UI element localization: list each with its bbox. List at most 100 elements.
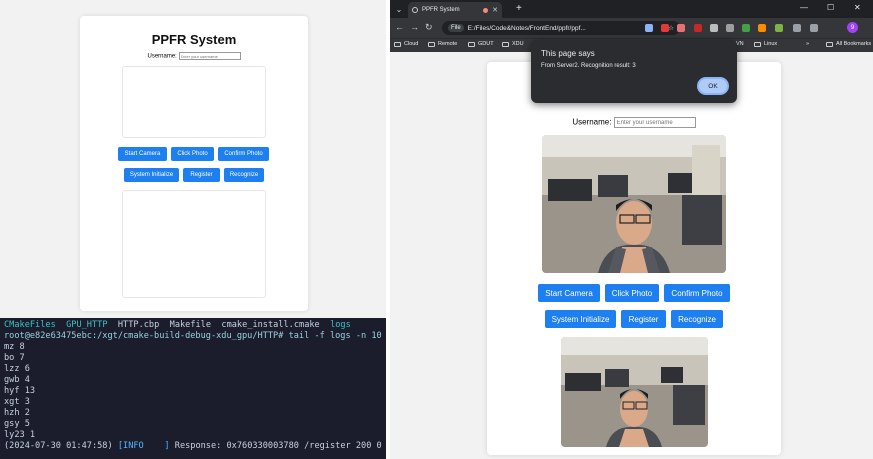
left-username-input[interactable]	[178, 52, 241, 60]
globe-icon	[412, 7, 418, 13]
bookmarks-overflow-icon[interactable]: »	[806, 41, 809, 47]
ls-item: CMakeFiles	[4, 320, 56, 330]
left-camera-preview	[122, 66, 266, 138]
terminal-line: mz 8	[4, 342, 25, 352]
log-timestamp: (2024-07-30 01:47:58)	[4, 441, 113, 451]
bookmark-xdu[interactable]: XDU	[502, 41, 524, 47]
new-tab-icon[interactable]: +	[516, 3, 522, 14]
confirm-photo-button[interactable]: Confirm Photo	[664, 284, 730, 302]
terminal-line: ly23 1	[4, 430, 36, 440]
folder-icon	[754, 41, 761, 47]
all-bookmarks[interactable]: All Bookmarks	[826, 41, 871, 47]
extension-icon[interactable]	[775, 24, 783, 32]
file-chip[interactable]: File	[448, 24, 464, 32]
extensions-icon[interactable]	[810, 24, 818, 32]
dialog-message: From Server2. Recognition result: 3	[541, 63, 636, 69]
ls-item: cmake_install.cmake	[221, 320, 320, 330]
browser-toolbar: ← → ↻ File E:/Files/Code&Notes/FrontEnd/…	[390, 18, 873, 38]
left-app-title: PPFR System	[151, 32, 237, 47]
bookmark-remote[interactable]: Remote	[428, 41, 457, 47]
terminal-line: bo 7	[4, 353, 25, 363]
left-register-button[interactable]: Register	[183, 168, 220, 182]
captured-photo	[561, 337, 708, 447]
alert-dialog: This page says From Server2. Recognition…	[531, 40, 737, 103]
extension-icon[interactable]	[726, 24, 734, 32]
terminal[interactable]: CMakeFiles GPU_HTTP HTTP.cbp Makefile cm…	[0, 318, 386, 459]
folder-icon	[826, 41, 833, 47]
terminal-prompt: root@e82e63475ebc:/xgt/cmake-build-debug…	[4, 331, 382, 341]
dialog-title: This page says	[541, 49, 595, 58]
profile-avatar[interactable]: 9	[847, 22, 858, 33]
ls-item: GPU_HTTP	[66, 320, 108, 330]
log-message: Response: 0x760330003780 /register 200 0	[169, 441, 382, 451]
back-icon[interactable]: ←	[395, 22, 404, 32]
folder-icon	[502, 41, 509, 47]
tab-search-icon[interactable]: ⌄	[394, 4, 404, 14]
browser-window: ⌄ PPFR System ✕ + — ☐ ✕ ← → ↻ File E:/Fi…	[390, 0, 873, 459]
bookmark-label: Linux	[764, 41, 778, 47]
folder-icon	[428, 41, 435, 47]
extension-icon[interactable]	[677, 24, 685, 32]
ls-item: logs	[330, 320, 351, 330]
extension-icon[interactable]	[758, 24, 766, 32]
bookmark-label: GDUT	[478, 41, 494, 47]
bookmark-gdut[interactable]: GDUT	[468, 41, 494, 47]
recognize-button[interactable]: Recognize	[671, 310, 723, 328]
log-level: [INFO ]	[117, 441, 170, 451]
extension-icon[interactable]	[710, 24, 718, 32]
left-app-panel: PPFR System Username: Start Camera Click…	[0, 0, 386, 318]
start-camera-button[interactable]: Start Camera	[538, 284, 600, 302]
terminal-line: hyf 13	[4, 386, 36, 396]
tab-title: PPFR System	[422, 7, 460, 13]
left-username-label: Username:	[147, 53, 177, 60]
forward-icon[interactable]: →	[410, 22, 419, 32]
reload-icon[interactable]: ↻	[425, 22, 433, 33]
username-label: Username:	[572, 117, 612, 127]
tab-ppfr-system[interactable]: PPFR System ✕	[408, 2, 502, 18]
bookmark-label: Cloud	[404, 41, 419, 47]
left-app-card: PPFR System Username: Start Camera Click…	[80, 16, 308, 311]
folder-icon	[394, 41, 401, 47]
system-initialize-button[interactable]: System Initialize	[545, 310, 616, 328]
page-viewport: Username: Enter your username Start Came…	[390, 52, 873, 459]
click-photo-button[interactable]: Click Photo	[605, 284, 659, 302]
extension-icon[interactable]	[694, 24, 702, 32]
extension-icon[interactable]	[645, 24, 653, 32]
close-tab-icon[interactable]: ✕	[492, 6, 498, 14]
username-input[interactable]	[613, 117, 696, 128]
bookmark-label: VN	[736, 41, 744, 47]
ls-item: HTTP.cbp	[117, 320, 160, 330]
dialog-ok-button[interactable]: OK	[697, 77, 729, 95]
terminal-line: lzz 6	[4, 364, 30, 374]
username-row: Username:	[487, 117, 781, 128]
left-photo-preview	[122, 190, 266, 298]
ls-item: Makefile	[169, 320, 212, 330]
left-recognize-button[interactable]: Recognize	[224, 168, 264, 182]
close-window-icon[interactable]: ✕	[854, 3, 861, 12]
bookmark-linux[interactable]: Linux	[754, 41, 777, 47]
minimize-icon[interactable]: —	[800, 3, 808, 12]
terminal-log-line: (2024-07-30 01:47:58) [INFO ] Response: …	[4, 441, 382, 452]
bookmark-label: XDU	[512, 41, 524, 47]
tab-strip: ⌄ PPFR System ✕ + — ☐ ✕	[390, 0, 873, 18]
bookmark-label: Remote	[438, 41, 458, 47]
left-system-initialize-button[interactable]: System Initialize	[124, 168, 179, 182]
app-card: Username: Enter your username Start Came…	[487, 62, 781, 455]
bookmark-cloud[interactable]: Cloud	[394, 41, 418, 47]
register-button[interactable]: Register	[621, 310, 666, 328]
all-bookmarks-label: All Bookmarks	[836, 41, 872, 47]
terminal-line: gwb 4	[4, 375, 30, 385]
maximize-icon[interactable]: ☐	[827, 3, 834, 12]
bookmark-vn[interactable]: VN	[736, 41, 744, 47]
terminal-ls-line: CMakeFiles GPU_HTTP HTTP.cbp Makefile cm…	[4, 320, 382, 331]
terminal-line: xgt 3	[4, 397, 30, 407]
left-start-camera-button[interactable]: Start Camera	[118, 147, 167, 161]
extension-icon[interactable]	[661, 24, 669, 32]
extension-icon[interactable]	[742, 24, 750, 32]
url-text: E:/Files/Code&Notes/FrontEnd/ppfr/ppf...	[467, 24, 586, 32]
left-click-photo-button[interactable]: Click Photo	[171, 147, 214, 161]
puzzle-icon[interactable]	[793, 24, 801, 32]
star-icon[interactable]: ☆	[668, 24, 674, 32]
terminal-line: gsy 5	[4, 419, 30, 429]
left-confirm-photo-button[interactable]: Confirm Photo	[218, 147, 269, 161]
